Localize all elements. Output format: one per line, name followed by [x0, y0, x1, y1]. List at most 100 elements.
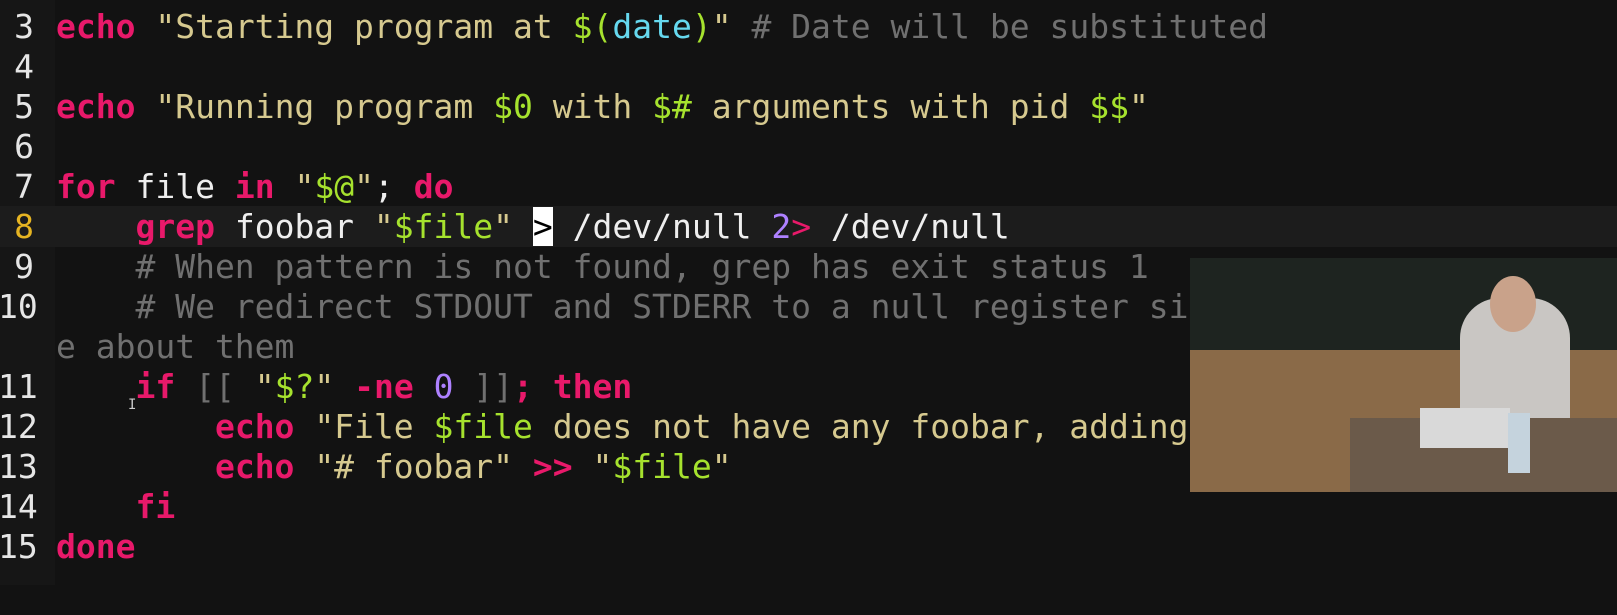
code-text[interactable]: if [[ "$?" -ne 0 ]]; then	[56, 366, 632, 407]
code-line[interactable]: 3 echo "Starting program at $(date)" # Da…	[0, 6, 1617, 47]
code-token: "	[711, 7, 732, 46]
code-token: -ne	[354, 367, 414, 406]
code-editor[interactable]: 3 echo "Starting program at $(date)" # Da…	[0, 0, 1617, 615]
code-line[interactable]: 8 grep foobar "$file" > /dev/null 2> /de…	[0, 206, 1617, 247]
line-number: 9	[14, 247, 34, 286]
webcam-overlay	[1190, 258, 1617, 492]
line-number: 5	[14, 87, 34, 126]
line-number: 12	[0, 407, 38, 446]
code-token: foobar	[214, 207, 374, 246]
code-token: then	[552, 367, 633, 406]
line-number: 11	[0, 367, 38, 406]
code-token: 0	[433, 367, 454, 406]
webcam-water-bottle	[1508, 413, 1530, 473]
code-token: echo	[56, 87, 136, 126]
code-text[interactable]: echo "File $file does not have any fooba…	[56, 406, 1288, 447]
line-number: 8	[14, 207, 34, 246]
text-cursor-icon: I	[128, 397, 137, 413]
code-token: [[	[175, 367, 255, 406]
code-token: "File	[314, 407, 434, 446]
code-token: "	[493, 207, 514, 246]
code-token: $?	[274, 367, 315, 406]
code-token: $file	[612, 447, 712, 486]
code-token: $file	[393, 207, 494, 246]
line-number: 14	[0, 487, 38, 526]
code-token: does not have any foobar, adding one"	[532, 407, 1288, 446]
code-token: in	[234, 167, 275, 206]
webcam-laptop	[1420, 408, 1510, 448]
code-line[interactable]: 7 for file in "$@"; do	[0, 166, 1617, 207]
code-token: "	[711, 447, 732, 486]
code-token: $#	[652, 87, 692, 126]
code-text[interactable]: fi	[56, 486, 175, 527]
code-token: $file	[433, 407, 533, 446]
line-number: 4	[14, 47, 34, 86]
code-text[interactable]: echo "Starting program at $(date)" # Dat…	[56, 6, 1268, 47]
code-token: e about them	[56, 327, 295, 366]
code-line[interactable]: 15 done	[0, 526, 1617, 567]
code-token: "Starting program at	[155, 7, 573, 46]
code-token: do	[413, 167, 454, 206]
code-token: >>	[532, 447, 573, 486]
code-token: fi	[135, 487, 176, 526]
code-token: "	[314, 367, 335, 406]
code-token: $@	[314, 167, 355, 206]
code-token: # Date will be substituted	[731, 7, 1269, 46]
code-token: $$	[1089, 87, 1129, 126]
code-token: ;	[513, 367, 553, 406]
line-number: 15	[0, 527, 38, 566]
code-text[interactable]: echo "Running program $0 with $# argumen…	[56, 86, 1149, 127]
code-token: 2	[771, 207, 792, 246]
code-token: "	[1128, 87, 1149, 126]
code-line[interactable]: 5 echo "Running program $0 with $# argume…	[0, 86, 1617, 127]
line-number: 3	[14, 7, 34, 46]
code-token: # When pattern is not found, grep has ex…	[56, 247, 1149, 286]
code-token: )	[691, 7, 712, 46]
code-token: "	[254, 367, 275, 406]
code-token: "Running program	[155, 87, 494, 126]
code-text[interactable]: for file in "$@"; do	[56, 166, 453, 207]
code-token: for	[56, 167, 116, 206]
code-token: file	[115, 167, 235, 206]
code-text[interactable]: # When pattern is not found, grep has ex…	[56, 246, 1149, 287]
code-line[interactable]: 4	[0, 46, 1617, 87]
code-text[interactable]: done	[56, 526, 135, 567]
code-token: ]]	[453, 367, 514, 406]
code-token: "	[274, 167, 315, 206]
code-token: with	[532, 87, 653, 126]
code-text[interactable]: e about them	[56, 326, 294, 367]
code-text[interactable]: grep foobar "$file" > /dev/null 2> /dev/…	[56, 206, 1010, 247]
code-token: /dev/null	[811, 207, 1010, 246]
code-token: >	[791, 207, 812, 246]
code-token: "# foobar"	[314, 447, 513, 486]
code-token: arguments with pid	[691, 87, 1090, 126]
code-token: echo	[56, 7, 136, 46]
code-token: if	[135, 367, 176, 406]
code-token: done	[56, 527, 136, 566]
code-token: $0	[493, 87, 533, 126]
line-number: 10	[0, 287, 38, 326]
code-token: "	[354, 167, 374, 206]
line-number: 6	[14, 127, 34, 166]
code-line[interactable]: 14 fi	[0, 486, 1617, 527]
line-number: 7	[14, 167, 34, 206]
webcam-presenter-head	[1490, 276, 1536, 332]
code-text[interactable]: echo "# foobar" >> "$file"	[56, 446, 732, 487]
code-token: "	[373, 207, 394, 246]
code-token: /dev/null	[552, 207, 772, 246]
code-line[interactable]: 6	[0, 126, 1617, 167]
code-token: echo	[214, 447, 295, 486]
code-token: ;	[373, 167, 414, 206]
